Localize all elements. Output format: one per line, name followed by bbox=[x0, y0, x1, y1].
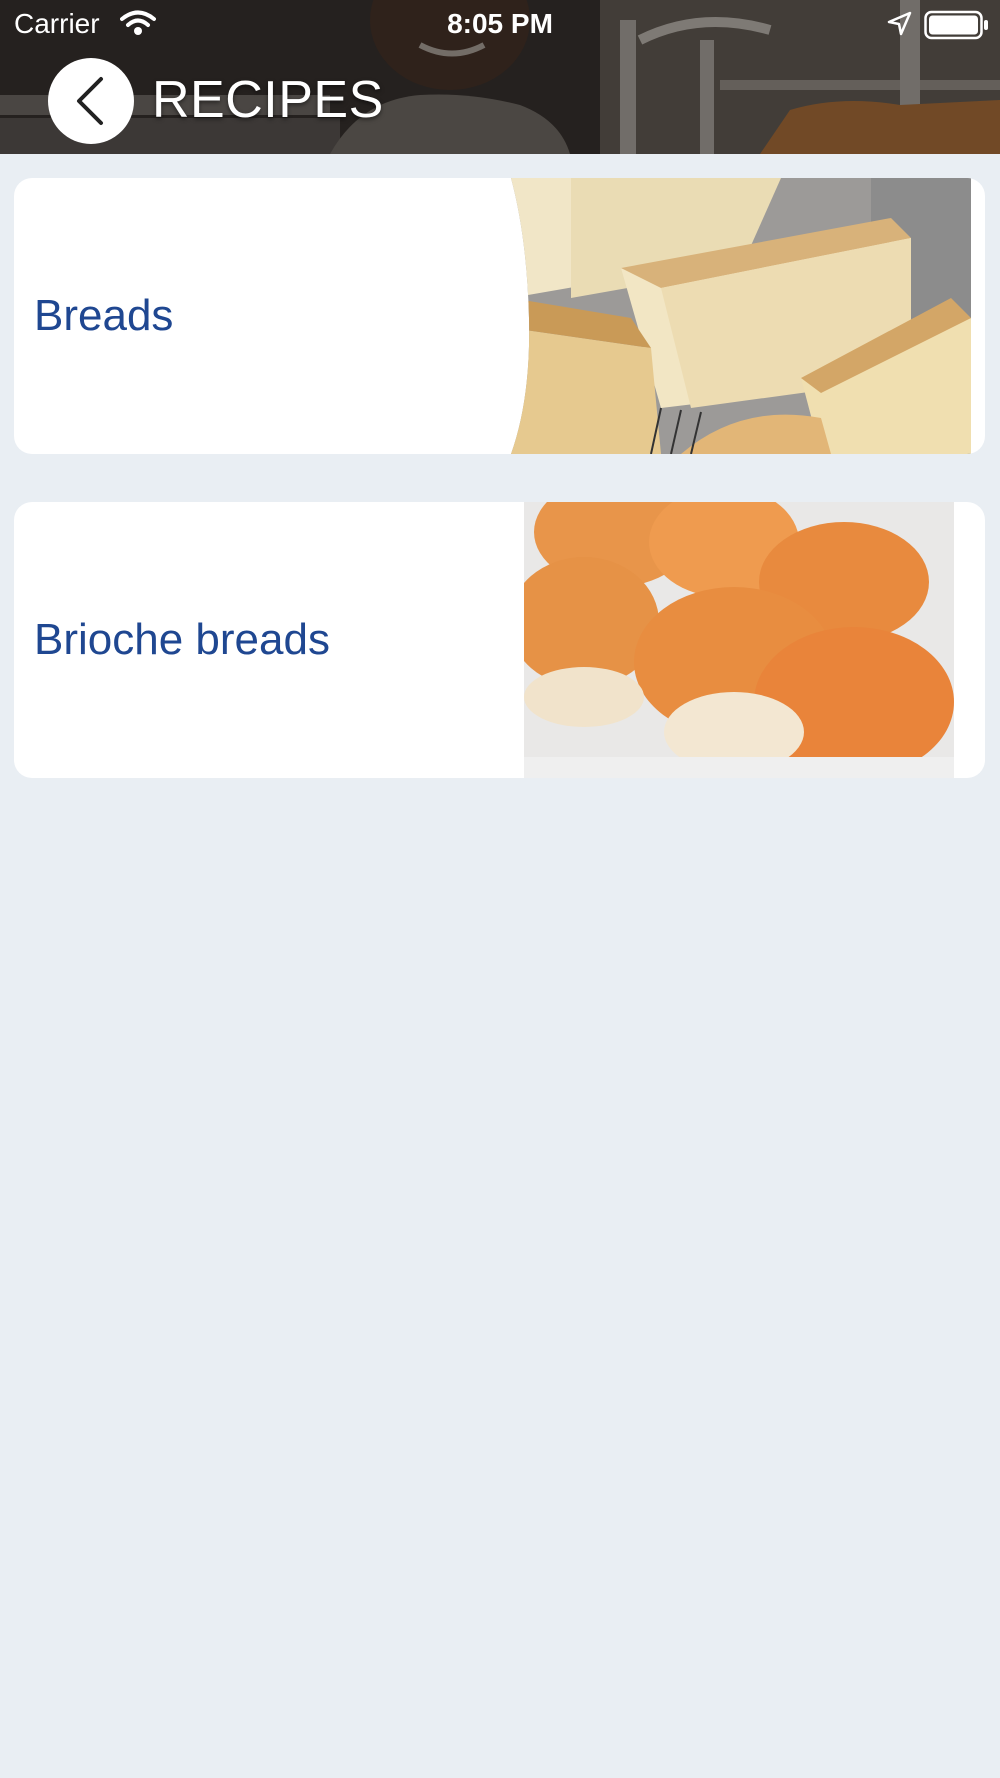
recipe-card-label: Brioche breads bbox=[34, 615, 330, 664]
brioche-buns-photo bbox=[524, 502, 954, 778]
location-arrow-icon bbox=[886, 11, 912, 44]
chevron-left-icon bbox=[77, 77, 103, 125]
page-title: RECIPES bbox=[152, 71, 384, 129]
back-button[interactable] bbox=[48, 58, 134, 144]
navigation-bar: RECIPES bbox=[0, 56, 1000, 148]
recipe-card-label: Breads bbox=[34, 291, 174, 340]
status-time: 8:05 PM bbox=[447, 8, 553, 39]
recipe-card-breads[interactable]: Breads bbox=[14, 178, 985, 454]
battery-icon bbox=[924, 10, 990, 47]
status-bar: Carrier 8:05 PM bbox=[0, 0, 1000, 50]
loaves-of-bread-photo bbox=[511, 178, 971, 454]
header: Carrier 8:05 PM RECIPES bbox=[0, 0, 1000, 154]
recipe-card-brioche-breads[interactable]: Brioche breads bbox=[14, 502, 985, 778]
